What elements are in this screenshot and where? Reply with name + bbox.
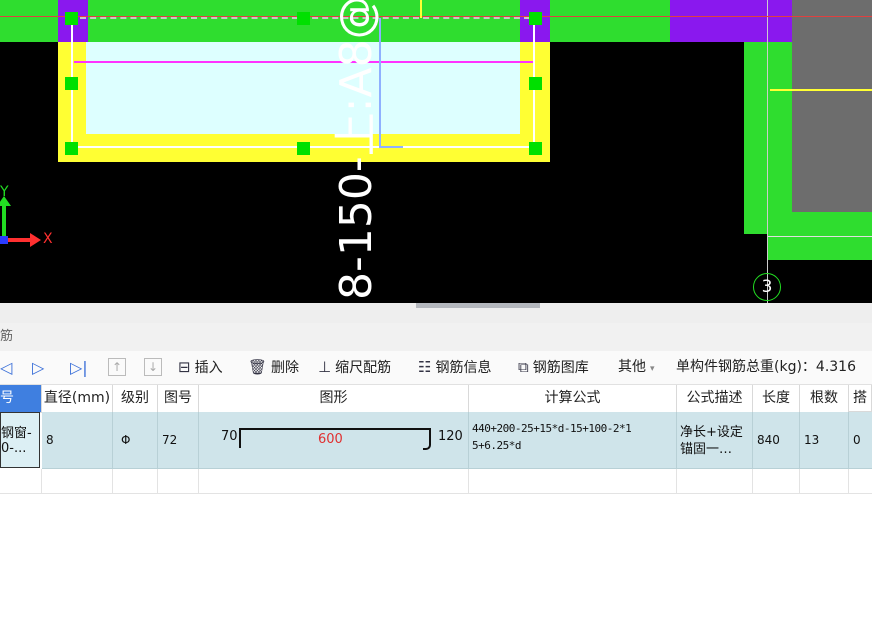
right-white-line xyxy=(768,236,872,237)
cell-shape[interactable]: 70 600 120 xyxy=(199,412,469,469)
splitter-grip[interactable] xyxy=(416,303,540,308)
empty-row-cell[interactable] xyxy=(800,469,849,494)
right-wall-green-strip xyxy=(768,236,872,260)
rebar-panel-title: 筋 xyxy=(0,323,872,351)
blue-leader-foot xyxy=(379,146,403,148)
rebar-table: 号 直径(mm) 级别 图号 图形 计算公式 公式描述 长度 根数 搭 钢窗- … xyxy=(0,385,872,630)
col-header-shape[interactable]: 图形 xyxy=(199,385,469,413)
empty-row-cell[interactable] xyxy=(753,469,800,494)
description-line2: 锚固一… xyxy=(680,442,733,457)
cell-length[interactable]: 840 xyxy=(753,412,800,469)
red-axis-line xyxy=(0,16,872,17)
col-header-description[interactable]: 公式描述 xyxy=(677,385,753,413)
ruler-icon: ⊥ xyxy=(318,358,332,376)
empty-row-cell[interactable] xyxy=(113,469,158,494)
cell-name[interactable]: 钢窗- 0-... xyxy=(0,412,40,468)
grip-handle[interactable] xyxy=(65,77,78,90)
right-white-vline xyxy=(767,0,768,303)
grid-axis-marker-label: 3 xyxy=(761,277,773,297)
axis-origin-icon xyxy=(0,236,8,244)
formula-line2: 5+6.25*d xyxy=(472,439,521,452)
cell-more[interactable]: 0 xyxy=(849,412,872,469)
col-header-grade[interactable]: 级别 xyxy=(113,385,158,413)
grip-handle[interactable] xyxy=(529,12,542,25)
empty-row-cell[interactable] xyxy=(158,469,199,494)
formula-line1: 440+200-25+15*d-15+100-2*1 xyxy=(472,422,632,435)
prev-record-button[interactable]: ◁ xyxy=(0,351,12,384)
col-header-count[interactable]: 根数 xyxy=(800,385,849,413)
other-label: 其他 xyxy=(618,359,646,375)
axis-y-label: Y xyxy=(0,184,9,200)
library-icon: ⧉ xyxy=(518,358,529,376)
beam-white-outline xyxy=(71,18,535,148)
axis-x-label: X xyxy=(43,231,53,247)
axis-x-arrow-icon xyxy=(30,233,41,247)
grid-axis-marker: 3 xyxy=(753,273,781,301)
chevron-down-icon: ▾ xyxy=(650,364,655,374)
grip-handle[interactable] xyxy=(297,142,310,155)
other-dropdown[interactable]: 其他 ▾ xyxy=(618,351,655,384)
grip-handle[interactable] xyxy=(65,142,78,155)
col-header-formula[interactable]: 计算公式 xyxy=(469,385,677,413)
right-wall-grey xyxy=(792,0,872,212)
info-list-icon: ☷ xyxy=(418,358,432,376)
col-header-shape-no[interactable]: 图号 xyxy=(158,385,199,413)
shape-right-length: 120 xyxy=(438,429,463,444)
empty-row-cell[interactable] xyxy=(677,469,753,494)
cell-count[interactable]: 13 xyxy=(800,412,849,469)
panel-title-text: 筋 xyxy=(0,329,14,344)
rebar-shape-hook xyxy=(423,428,431,450)
empty-row-cell[interactable] xyxy=(199,469,469,494)
annotation-green-overlay xyxy=(313,0,363,42)
scale-rebar-label: 缩尺配筋 xyxy=(335,360,392,376)
insert-icon: ⊟ xyxy=(178,358,191,376)
rebar-info-button[interactable]: ☷ 钢筋信息 xyxy=(418,351,491,384)
cell-name-line1: 钢窗- xyxy=(1,426,32,441)
move-up-button[interactable]: ↑ xyxy=(108,358,126,376)
col-header-name[interactable]: 号 xyxy=(0,385,42,413)
col-header-diameter[interactable]: 直径(mm) xyxy=(42,385,113,413)
cad-viewport[interactable]: 8-150-上:A8@ Y X 3 xyxy=(0,0,872,303)
axis-y-icon xyxy=(2,200,6,240)
trash-icon: 🗑 xyxy=(248,358,268,376)
scale-rebar-button[interactable]: ⊥ 缩尺配筋 xyxy=(318,351,391,384)
rebar-library-button[interactable]: ⧉ 钢筋图库 xyxy=(518,351,589,384)
cell-diameter[interactable]: 8 xyxy=(42,412,113,469)
delete-label: 删除 xyxy=(271,360,300,376)
cell-formula[interactable]: 440+200-25+15*d-15+100-2*1 5+6.25*d xyxy=(469,412,677,469)
purple-block-right xyxy=(670,0,792,42)
last-record-button[interactable]: ▷| xyxy=(70,351,88,384)
empty-row-cell[interactable] xyxy=(42,469,113,494)
insert-button[interactable]: ⊟ 插入 xyxy=(178,351,223,384)
cell-grade[interactable]: Φ xyxy=(113,412,158,469)
rebar-library-label: 钢筋图库 xyxy=(532,360,589,376)
grip-handle[interactable] xyxy=(529,77,542,90)
cell-description[interactable]: 净长+设定 锚固一… xyxy=(677,412,753,469)
shape-mid-length: 600 xyxy=(318,432,343,447)
rebar-info-label: 钢筋信息 xyxy=(435,360,492,376)
empty-row-cell[interactable] xyxy=(849,469,872,494)
insert-label: 插入 xyxy=(194,360,223,376)
shape-left-length: 70 xyxy=(221,429,238,444)
grip-handle[interactable] xyxy=(297,12,310,25)
cell-name-line2: 0-... xyxy=(1,441,27,456)
empty-row-cell[interactable] xyxy=(469,469,677,494)
right-yellow-line xyxy=(770,89,872,91)
col-header-length[interactable]: 长度 xyxy=(753,385,800,413)
cell-shape-no[interactable]: 72 xyxy=(158,412,199,469)
delete-button[interactable]: 🗑 删除 xyxy=(248,351,299,384)
grip-handle[interactable] xyxy=(529,142,542,155)
grip-handle[interactable] xyxy=(65,12,78,25)
rebar-annotation-text[interactable]: 8-150-上:A8@ xyxy=(331,0,382,300)
rebar-toolbar: ◁ ▷ ▷| ↑ ↓ ⊟ 插入 🗑 删除 ⊥ 缩尺配筋 ☷ 钢筋信息 ⧉ 钢筋图库 其他 ▾… xyxy=(0,351,872,385)
total-weight-text: 单构件钢筋总重(kg)：4.316 xyxy=(676,359,856,375)
next-record-button[interactable]: ▷ xyxy=(32,351,44,384)
empty-row-cell[interactable] xyxy=(0,469,42,494)
col-header-more[interactable]: 搭 xyxy=(849,385,872,412)
move-down-button[interactable]: ↓ xyxy=(144,358,162,376)
yellow-vertical-line xyxy=(420,0,422,18)
